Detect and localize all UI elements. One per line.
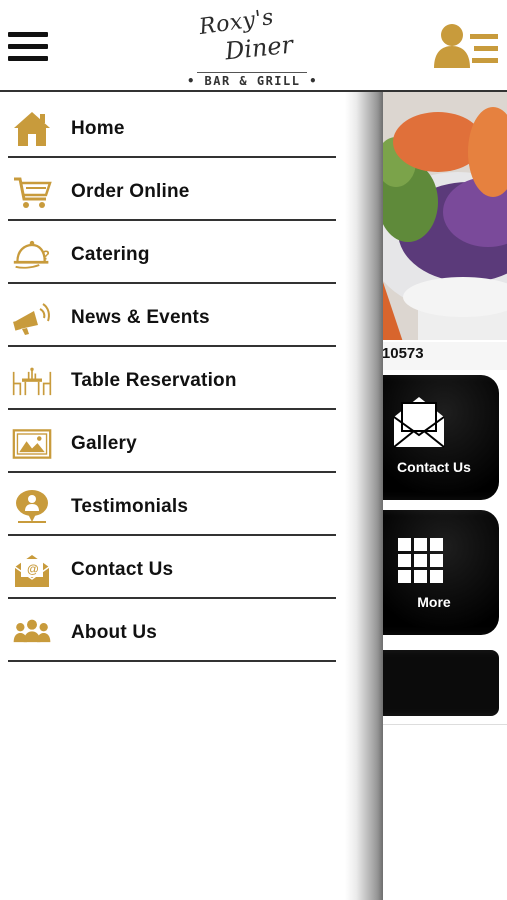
svg-text:?: ? [42, 248, 50, 263]
menu-item-gallery[interactable]: Gallery [8, 409, 336, 473]
home-icon [14, 112, 50, 146]
restaurant-logo: Roxy's Diner • BAR & GRILL • [185, 5, 320, 88]
menu-label-gallery: Gallery [71, 433, 137, 454]
app-header: Roxy's Diner • BAR & GRILL • [0, 0, 507, 92]
gallery-icon [12, 429, 52, 459]
menu-item-table-reservation[interactable]: Table Reservation [8, 346, 336, 410]
logo-subtitle: • BAR & GRILL • [187, 74, 318, 88]
side-drawer-menu: Home Order Online ? Catering News & Even [0, 92, 345, 900]
menu-item-about-us[interactable]: About Us [8, 598, 336, 662]
menu-item-order-online[interactable]: Order Online [8, 157, 336, 221]
menu-label-order-online: Order Online [71, 181, 190, 202]
logo-line2: Diner [223, 30, 295, 66]
menu-label-catering: Catering [71, 244, 150, 265]
mail-icon: @ [14, 555, 50, 587]
hamburger-menu-icon[interactable] [8, 30, 50, 66]
menu-item-contact-us[interactable]: @ Contact Us [8, 535, 336, 599]
menu-item-testimonials[interactable]: Testimonials [8, 472, 336, 536]
menu-label-contact-us: Contact Us [71, 559, 174, 580]
menu-label-table-reservation: Table Reservation [71, 370, 237, 391]
svg-text:@: @ [27, 562, 39, 576]
megaphone-icon [13, 303, 50, 335]
menu-item-home[interactable]: Home [8, 94, 336, 158]
contact-us-tile-label: Contact Us [397, 459, 471, 475]
more-tile-label: More [417, 594, 451, 610]
drawer-shadow [345, 92, 383, 900]
menu-label-news-events: News & Events [71, 307, 210, 328]
testimonial-icon [16, 490, 48, 523]
grid-icon [398, 538, 443, 583]
hero-food-image [378, 92, 507, 340]
table-icon [12, 367, 52, 396]
group-icon [13, 619, 51, 643]
menu-item-catering[interactable]: ? Catering [8, 220, 336, 284]
cart-icon [14, 177, 52, 208]
menu-label-about-us: About Us [71, 622, 158, 643]
menu-item-news-events[interactable]: News & Events [8, 283, 336, 347]
cloche-icon: ? [13, 240, 50, 269]
menu-label-testimonials: Testimonials [71, 496, 189, 517]
user-menu-icon[interactable] [432, 22, 502, 70]
envelope-icon [393, 397, 445, 448]
menu-label-home: Home [71, 118, 125, 139]
